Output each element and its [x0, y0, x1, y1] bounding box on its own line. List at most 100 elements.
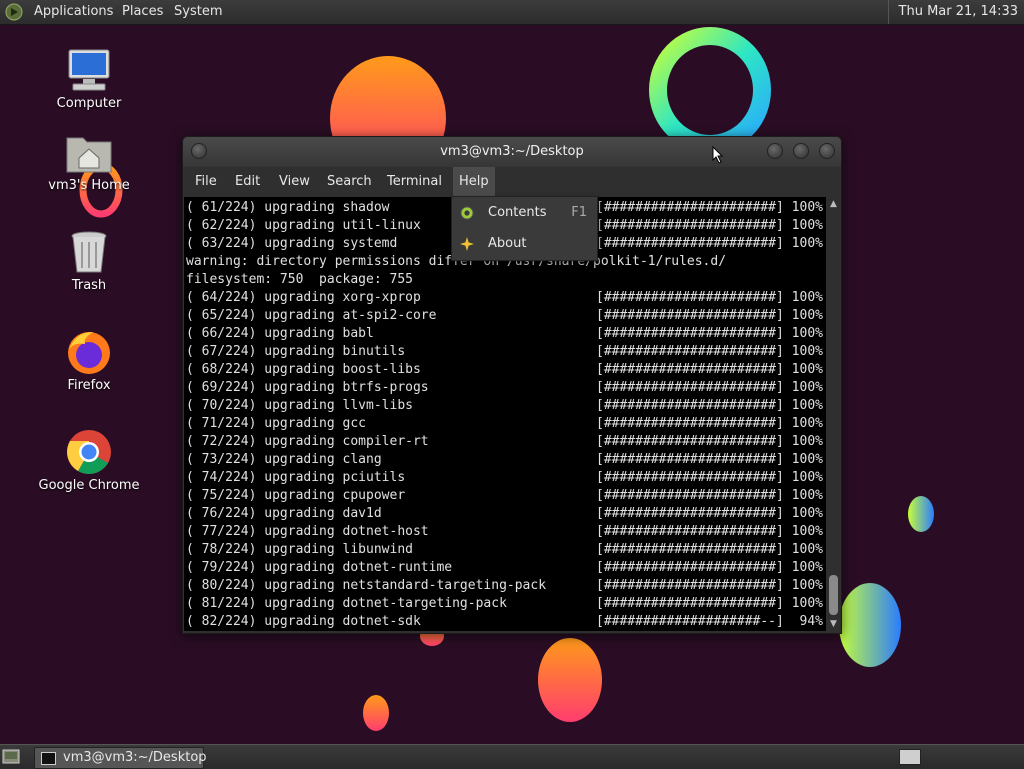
menu-applications[interactable]: Applications — [34, 4, 113, 19]
terminal-output[interactable]: ( 61/224) upgrading shadow [#############… — [184, 197, 826, 631]
terminal-line-text: ( 77/224) upgrading dotnet-host — [186, 524, 429, 539]
desktop-icon-label: Google Chrome — [38, 478, 140, 493]
workspace-switcher-icon[interactable] — [899, 749, 921, 765]
terminal-line: ( 72/224) upgrading compiler-rt [########… — [186, 433, 823, 451]
progress-bar-text: [######################] 100% — [596, 362, 823, 377]
progress-bar-text: [######################] 100% — [596, 290, 823, 305]
progress-bar-text: [######################] 100% — [596, 596, 823, 611]
close-button[interactable] — [819, 143, 835, 159]
scroll-up-icon[interactable]: ▲ — [828, 199, 839, 209]
progress-bar-text: [######################] 100% — [596, 452, 823, 467]
progress-bar-text: [######################] 100% — [596, 560, 823, 575]
terminal-line-text: ( 63/224) upgrading systemd — [186, 236, 398, 251]
bottom-taskbar: vm3@vm3:~/Desktop — [0, 744, 1024, 769]
clock[interactable]: Thu Mar 21, 14:33 — [887, 0, 1024, 24]
progress-bar-text: [######################] 100% — [596, 416, 823, 431]
terminal-line: ( 75/224) upgrading cpupower [###########… — [186, 487, 823, 505]
menu-item-label: Contents — [488, 205, 547, 220]
menu-view[interactable]: View — [273, 167, 316, 197]
terminal-line-text: ( 79/224) upgrading dotnet-runtime — [186, 560, 453, 575]
terminal-line-text: ( 81/224) upgrading dotnet-targeting-pac… — [186, 596, 507, 611]
terminal-line-text: ( 75/224) upgrading cpupower — [186, 488, 406, 503]
scrollbar-thumb[interactable] — [829, 575, 838, 615]
help-menu-about[interactable]: About — [452, 229, 597, 259]
terminal-line: ( 69/224) upgrading btrfs-progs [########… — [186, 379, 823, 397]
about-star-icon — [460, 237, 474, 251]
menu-terminal[interactable]: Terminal — [381, 167, 448, 197]
terminal-line-text: ( 74/224) upgrading pciutils — [186, 470, 406, 485]
terminal-line-text: ( 82/224) upgrading dotnet-sdk — [186, 614, 421, 629]
computer-icon — [68, 49, 110, 91]
terminal-line: ( 80/224) upgrading netstandard-targetin… — [186, 577, 823, 595]
desktop-icon-label: vm3's Home — [48, 178, 130, 193]
progress-bar-text: [######################] 100% — [596, 308, 823, 323]
desktop-icon-home[interactable]: vm3's Home — [34, 128, 144, 198]
minimize-button[interactable] — [767, 143, 783, 159]
terminal-line: ( 76/224) upgrading dav1d [##############… — [186, 505, 823, 523]
terminal-icon — [41, 752, 56, 765]
menu-item-label: About — [488, 236, 527, 251]
terminal-line: ( 73/224) upgrading clang [##############… — [186, 451, 823, 469]
menu-edit[interactable]: Edit — [229, 167, 266, 197]
distro-logo-icon[interactable] — [5, 3, 23, 21]
help-menu-contents[interactable]: Contents F1 — [452, 198, 597, 228]
terminal-line-text: ( 72/224) upgrading compiler-rt — [186, 434, 429, 449]
scroll-down-icon[interactable]: ▼ — [828, 619, 839, 629]
terminal-line-text: ( 66/224) upgrading babl — [186, 326, 374, 341]
progress-bar-text: [######################] 100% — [596, 326, 823, 341]
terminal-line: ( 61/224) upgrading shadow [#############… — [186, 199, 823, 217]
desktop-icon-label: Trash — [71, 278, 107, 293]
menu-places[interactable]: Places — [122, 4, 163, 19]
window-titlebar[interactable]: vm3@vm3:~/Desktop — [183, 137, 841, 167]
top-panel: Applications Places System Thu Mar 21, 1… — [0, 0, 1024, 25]
terminal-line: ( 71/224) upgrading gcc [################… — [186, 415, 823, 433]
terminal-line-text: ( 70/224) upgrading llvm-libs — [186, 398, 413, 413]
terminal-line-text: ( 76/224) upgrading dav1d — [186, 506, 382, 521]
progress-bar-text: [######################] 100% — [596, 542, 823, 557]
progress-bar-text: [######################] 100% — [596, 236, 823, 251]
menu-item-shortcut: F1 — [571, 205, 587, 220]
desktop-icon-trash[interactable]: Trash — [34, 228, 144, 298]
progress-bar-text: [####################--] 94% — [596, 614, 823, 629]
terminal-line: ( 78/224) upgrading libunwind [##########… — [186, 541, 823, 559]
terminal-line: ( 82/224) upgrading dotnet-sdk [#########… — [186, 613, 823, 631]
terminal-line: ( 64/224) upgrading xorg-xprop [#########… — [186, 289, 823, 307]
menu-search[interactable]: Search — [321, 167, 378, 197]
terminal-line: ( 65/224) upgrading at-spi2-core [#######… — [186, 307, 823, 325]
terminal-line-text: ( 61/224) upgrading shadow — [186, 200, 390, 215]
menu-file[interactable]: File — [189, 167, 223, 197]
terminal-line: ( 70/224) upgrading llvm-libs [##########… — [186, 397, 823, 415]
terminal-line: ( 68/224) upgrading boost-libs [#########… — [186, 361, 823, 379]
progress-bar-text: [######################] 100% — [596, 200, 823, 215]
terminal-line-text: ( 62/224) upgrading util-linux — [186, 218, 421, 233]
terminal-line: ( 77/224) upgrading dotnet-host [########… — [186, 523, 823, 541]
chrome-icon — [67, 430, 111, 474]
desktop-icon-firefox[interactable]: Firefox — [34, 328, 144, 398]
terminal-line: ( 63/224) upgrading systemd [############… — [186, 235, 823, 253]
desktop-icon-label: Firefox — [67, 378, 111, 393]
help-lifebuoy-icon — [460, 206, 474, 220]
terminal-line-text: ( 71/224) upgrading gcc — [186, 416, 367, 431]
taskbar-window-button[interactable]: vm3@vm3:~/Desktop — [34, 747, 207, 769]
menu-help[interactable]: Help — [453, 167, 495, 197]
trash-icon — [71, 231, 107, 273]
progress-bar-text: [######################] 100% — [596, 578, 823, 593]
desktop-icon-chrome[interactable]: Google Chrome — [34, 428, 144, 498]
terminal-line: ( 79/224) upgrading dotnet-runtime [#####… — [186, 559, 823, 577]
progress-bar-text: [######################] 100% — [596, 218, 823, 233]
progress-bar-text: [######################] 100% — [596, 434, 823, 449]
terminal-line-text: ( 64/224) upgrading xorg-xprop — [186, 290, 421, 305]
menu-system[interactable]: System — [174, 4, 222, 19]
scrollbar[interactable]: ▲ ▼ — [827, 197, 840, 631]
home-folder-icon — [66, 137, 112, 173]
desktop-icon-computer[interactable]: Computer — [34, 46, 144, 116]
maximize-button[interactable] — [793, 143, 809, 159]
menubar: File Edit View Search Terminal Help — [183, 167, 841, 197]
firefox-icon — [68, 332, 110, 374]
terminal-line: ( 67/224) upgrading binutils [###########… — [186, 343, 823, 361]
terminal-line: ( 66/224) upgrading babl [###############… — [186, 325, 823, 343]
show-desktop-icon[interactable] — [2, 748, 20, 765]
terminal-line-text: ( 69/224) upgrading btrfs-progs — [186, 380, 429, 395]
window-title: vm3@vm3:~/Desktop — [440, 144, 584, 159]
progress-bar-text: [######################] 100% — [596, 344, 823, 359]
